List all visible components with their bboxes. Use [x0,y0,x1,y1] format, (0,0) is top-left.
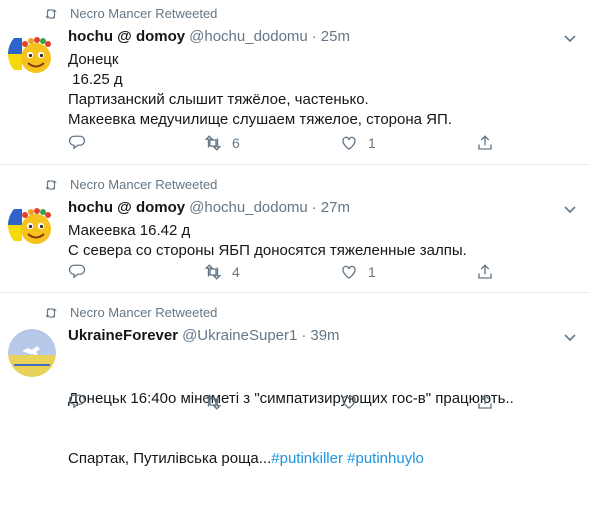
chevron-down-icon[interactable] [562,30,578,46]
tweet-line: Спартак, Путилівська роща...#putinkiller… [68,449,514,469]
retweet-count: 4 [232,264,240,280]
heart-icon [342,395,356,409]
tweet-actions: 4 1 [68,263,508,283]
retweet-label: Necro Mancer Retweeted [70,305,218,320]
user-handle[interactable]: @hochu_dodomu [189,199,308,216]
reply-button[interactable] [68,263,86,281]
share-button[interactable] [476,134,494,152]
timestamp[interactable]: 39m [310,327,339,344]
share-button[interactable] [476,393,494,411]
tweet-header: UkraineForever @UkraineSuper1 · 39m [68,327,340,344]
tweet-actions: 6 1 [68,134,508,154]
timestamp[interactable]: 27m [321,199,350,216]
hashtag-link[interactable]: #putinhuylo [347,450,424,467]
reply-button[interactable] [68,134,86,152]
like-button[interactable]: 1 [340,263,376,281]
like-count: 1 [368,135,376,151]
tweet-text: Донецк 16.25 д Партизанский слышит тяжёло… [68,50,452,130]
tweet-line-prefix: Спартак, Путилівська роща... [68,450,272,467]
separator-dot: · [311,199,317,216]
retweet-icon [45,179,57,190]
tweet-actions [68,393,508,413]
display-name[interactable]: UkraineForever [68,327,178,344]
timestamp[interactable]: 25m [321,28,350,45]
share-icon [478,135,492,150]
like-button[interactable] [340,393,358,411]
like-button[interactable]: 1 [340,134,376,152]
retweet-context: Necro Mancer Retweeted [44,305,217,320]
heart-icon [342,265,356,279]
retweet-label: Necro Mancer Retweeted [70,177,218,192]
tweet-line: Донецк [68,51,119,68]
tweet-header: hochu @ domoy @hochu_dodomu · 27m [68,199,350,216]
share-icon [478,394,492,409]
reply-icon [68,394,86,409]
avatar[interactable] [8,329,56,377]
hashtag-link[interactable]: #putinkiller [271,450,343,467]
retweet-icon [45,8,57,19]
separator-dot: · [301,327,307,344]
avatar[interactable] [8,30,56,78]
tweet-text: Донецьк 16:40о мінометі з "симпатизирующ… [68,349,514,509]
reply-icon [68,135,86,150]
tweet-line: 16.25 д [68,71,123,88]
tweet-line: Макеевка 16.42 д [68,222,191,239]
tweet-line: Макеевка медучилище слушаем тяжелое, сто… [68,111,452,128]
retweet-button[interactable]: 6 [204,134,240,152]
chevron-down-icon[interactable] [562,201,578,217]
like-count: 1 [368,264,376,280]
tweet[interactable]: Necro Mancer Retweeted hochu @ domoy @ho… [0,0,590,165]
reply-button[interactable] [68,393,86,411]
avatar[interactable] [8,201,56,249]
share-icon [478,264,492,279]
retweet-label: Necro Mancer Retweeted [70,6,218,21]
retweet-icon [45,307,57,318]
retweet-context: Necro Mancer Retweeted [44,177,217,192]
separator-dot: · [311,28,317,45]
tweet[interactable]: Necro Mancer Retweeted UkraineForever @U… [0,293,590,467]
retweet-button[interactable]: 4 [204,263,240,281]
retweet-icon [204,394,222,410]
display-name[interactable]: hochu @ domoy [68,199,185,216]
retweet-icon [204,264,222,280]
user-handle[interactable]: @UkraineSuper1 [182,327,297,344]
share-button[interactable] [476,263,494,281]
chevron-down-icon[interactable] [562,329,578,345]
retweet-count: 6 [232,135,240,151]
tweet[interactable]: Necro Mancer Retweeted hochu @ domoy @ho… [0,165,590,293]
tweet-header: hochu @ domoy @hochu_dodomu · 25m [68,28,350,45]
user-handle[interactable]: @hochu_dodomu [189,28,308,45]
retweet-button[interactable] [204,393,222,411]
tweet-line: Партизанский слышит тяжёлое, частенько. [68,91,369,108]
tweet-text: Макеевка 16.42 д С севера со стороны ЯБП … [68,221,467,261]
tweet-line: С севера со стороны ЯБП доносятся тяжеле… [68,242,467,259]
retweet-context: Necro Mancer Retweeted [44,6,217,21]
display-name[interactable]: hochu @ domoy [68,28,185,45]
retweet-icon [204,135,222,151]
heart-icon [342,136,356,150]
reply-icon [68,264,86,279]
